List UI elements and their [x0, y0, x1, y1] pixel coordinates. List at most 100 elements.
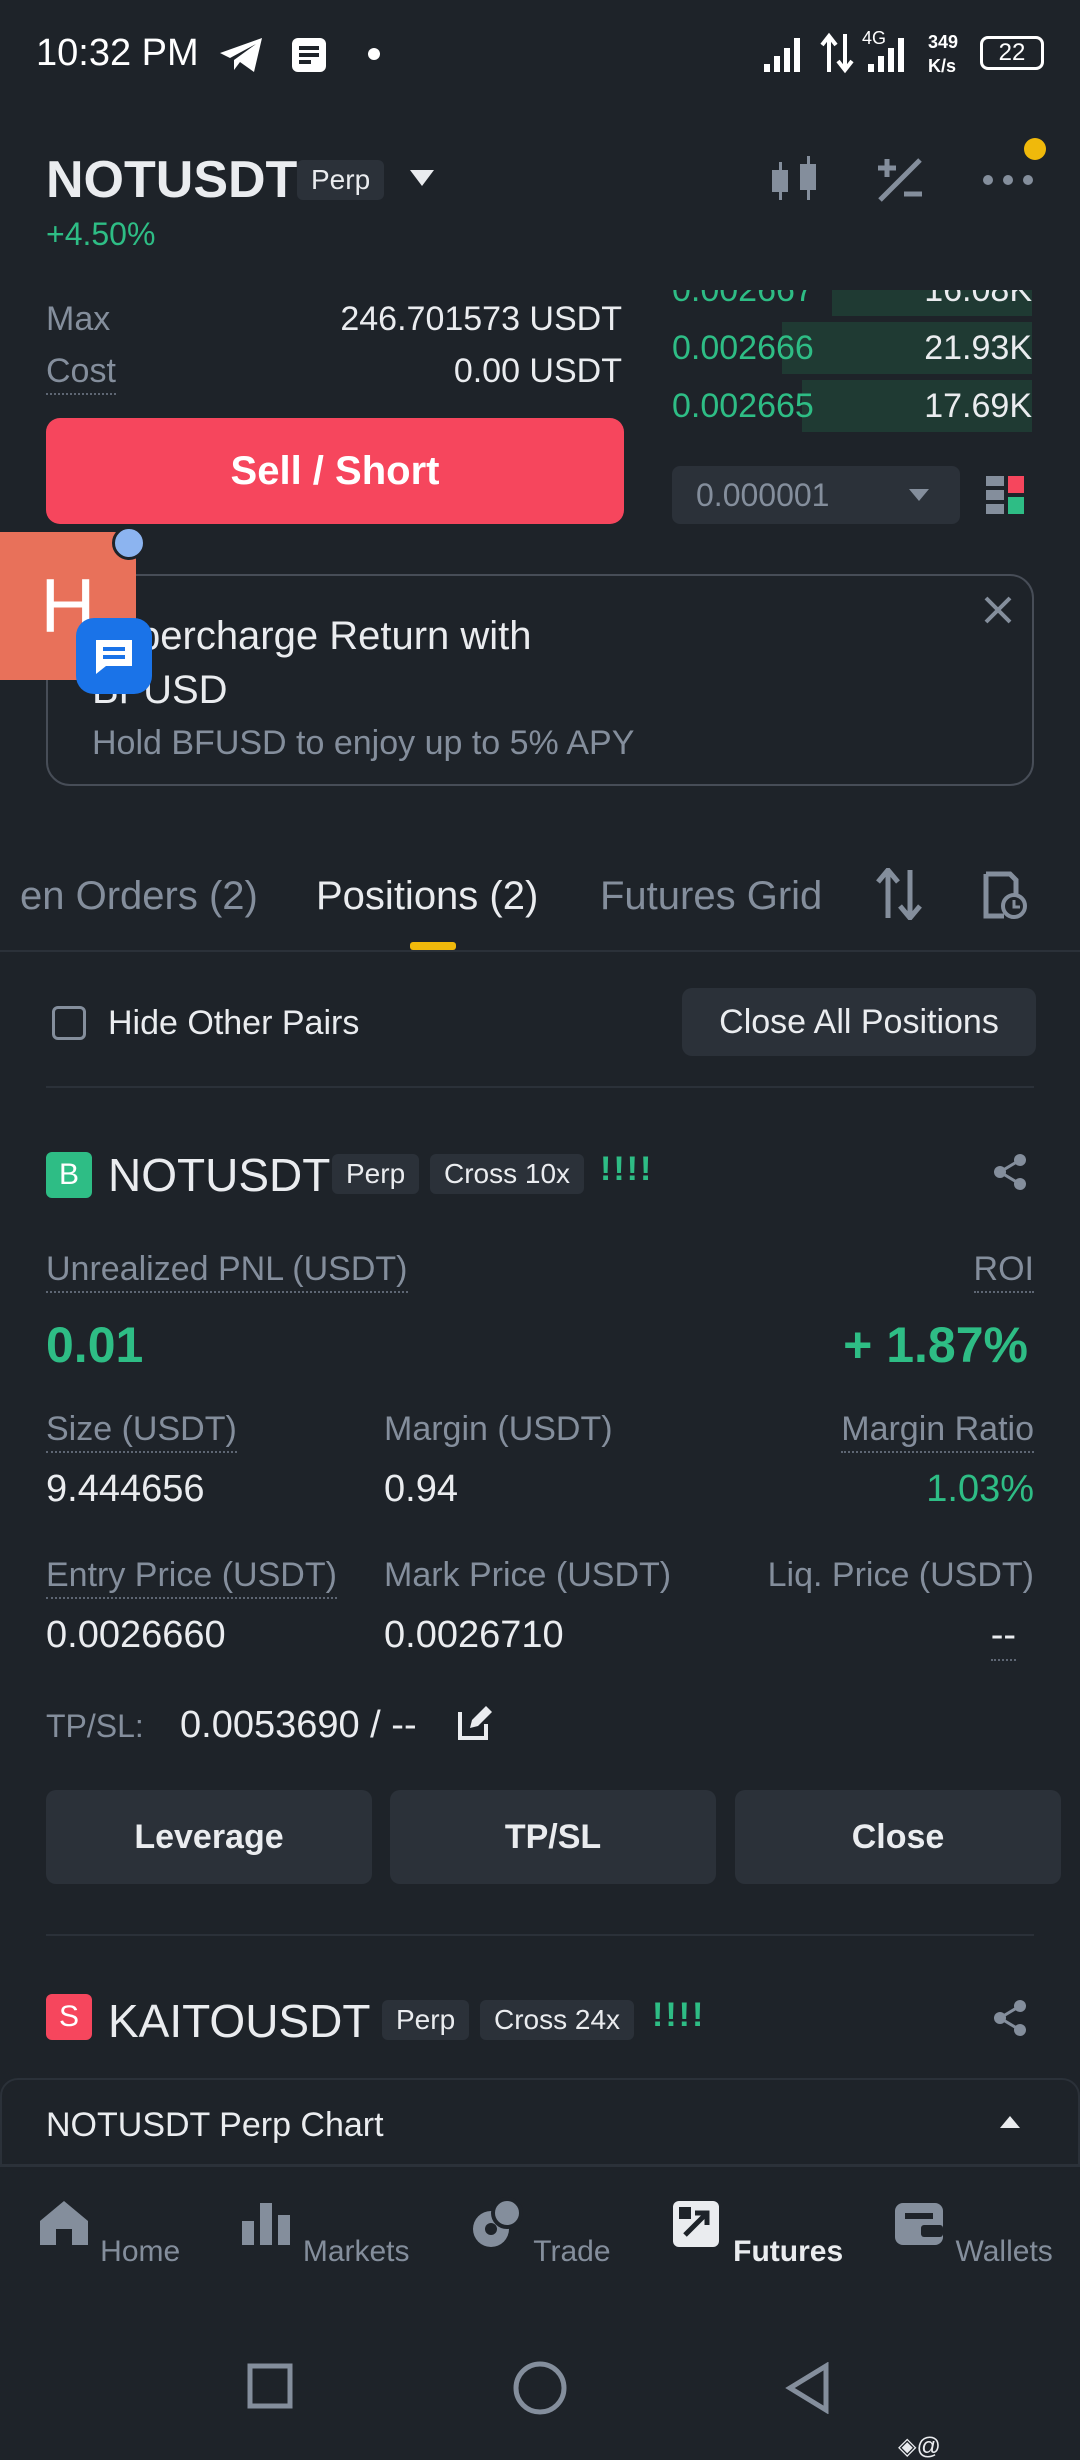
precision-select[interactable]: 0.000001 [672, 466, 960, 524]
chat-head-status-dot [112, 526, 146, 560]
side-badge-sell: S [46, 1994, 92, 2040]
watermark: ◈@ [898, 2433, 941, 2460]
orderbook-price: 0.002665 [672, 386, 814, 425]
orderbook-row[interactable]: 0.002666 21.93K [672, 320, 1032, 376]
roi-label[interactable]: ROI [973, 1250, 1034, 1293]
max-value: 246.701573 USDT [340, 300, 622, 338]
orderbook-layout-icon[interactable] [984, 474, 1026, 516]
pnl-label[interactable]: Unrealized PNL (USDT) [46, 1250, 408, 1293]
nav-markets-label: Markets [302, 2235, 410, 2268]
back-icon[interactable] [784, 2362, 832, 2414]
position-contract-chip: Perp [332, 1154, 420, 1194]
more-icon[interactable] [980, 170, 1036, 190]
position-contract-chip: Perp [382, 2000, 470, 2040]
side-letter: S [58, 2000, 79, 2033]
precision-value: 0.000001 [696, 476, 830, 513]
nav-wallets[interactable]: Wallets [882, 2195, 1062, 2269]
calculator-icon[interactable] [874, 154, 926, 206]
share-icon[interactable] [990, 1998, 1030, 2038]
promo-banner[interactable]: percharge Return with BFUSD Hold BFUSD t… [46, 574, 1034, 786]
sell-short-button[interactable]: Sell / Short [46, 418, 624, 524]
wallet-icon [895, 2203, 944, 2245]
hide-other-pairs-label[interactable]: Hide Other Pairs [108, 1004, 359, 1043]
nav-futures-label: Futures [733, 2235, 844, 2268]
edit-icon[interactable] [456, 1704, 494, 1742]
contract-chip: Perp [297, 160, 385, 200]
signal-4g-icon [868, 38, 904, 72]
orderbook-price: 0.002666 [672, 328, 814, 367]
close-all-positions-button[interactable]: Close All Positions [682, 988, 1036, 1056]
margin-ratio-label[interactable]: Margin Ratio [841, 1410, 1034, 1453]
chevron-up-icon[interactable] [998, 2114, 1022, 2130]
tab-positions[interactable]: Positions (2) [316, 874, 538, 919]
margin-mode-chip[interactable]: Cross 10x [430, 1154, 585, 1194]
roi-value: + 1.87% [843, 1317, 1028, 1373]
recents-icon[interactable] [246, 2362, 294, 2410]
orderbook-row[interactable]: 0.002667 16.08K [672, 290, 1032, 318]
news-icon [292, 38, 326, 72]
margin-ratio-value: 1.03% [926, 1468, 1034, 1510]
side-letter: B [58, 1158, 79, 1191]
status-bar: 10:32 PM 4G 349 K/s 22 [0, 0, 1080, 110]
history-icon[interactable] [982, 870, 1028, 920]
tab-futures-grid[interactable]: Futures Grid [600, 874, 822, 919]
tabs-divider [0, 950, 1080, 952]
system-nav-bar: ◈@ [0, 2336, 1080, 2460]
position-symbol[interactable]: NOTUSDT [108, 1148, 330, 1202]
home-circle-icon[interactable] [512, 2360, 568, 2416]
entry-price-label[interactable]: Entry Price (USDT) [46, 1556, 337, 1599]
adl-indicator: !!!! [652, 1996, 706, 2034]
margin-mode-chip[interactable]: Cross 24x [480, 2000, 635, 2040]
mark-price-label: Mark Price (USDT) [384, 1556, 672, 1594]
orderbook: 0.002667 16.08K 0.002666 21.93K 0.002665 17… [672, 290, 1032, 440]
chart-drawer[interactable]: NOTUSDT Perp Chart [0, 2078, 1080, 2166]
trade-icon [473, 2197, 524, 2247]
entry-price-value: 0.0026660 [46, 1614, 226, 1656]
price-change: +4.50% [46, 216, 156, 252]
nav-futures[interactable]: Futures [666, 2195, 846, 2269]
close-position-button[interactable]: Close [735, 1790, 1061, 1884]
close-icon[interactable] [982, 594, 1014, 626]
signal-icon [764, 38, 800, 72]
markets-icon [242, 2203, 291, 2245]
leverage-button[interactable]: Leverage [46, 1790, 372, 1884]
sort-icon[interactable] [874, 868, 924, 920]
home-icon [39, 2201, 88, 2245]
share-icon[interactable] [990, 1152, 1030, 1192]
close-all-positions-label: Close All Positions [719, 1002, 999, 1041]
nav-home[interactable]: Home [18, 2195, 198, 2269]
cost-value: 0.00 USDT [453, 352, 622, 390]
nav-wallets-label: Wallets [955, 2235, 1053, 2268]
caret-down-icon[interactable] [408, 168, 436, 188]
notification-dot-icon [368, 48, 380, 60]
pair-title[interactable]: NOTUSDT [46, 150, 297, 210]
orderbook-price: 0.002667 [672, 290, 814, 310]
orderbook-qty: 21.93K [924, 328, 1032, 367]
net-speed-unit: K/s [928, 56, 957, 76]
hide-other-pairs-checkbox[interactable] [52, 1006, 86, 1040]
orderbook-row[interactable]: 0.002665 17.69K [672, 378, 1032, 434]
pnl-value: 0.01 [46, 1317, 144, 1373]
new-badge-dot [1024, 138, 1046, 160]
position-symbol[interactable]: KAITOUSDT [108, 1994, 370, 2048]
tpsl-button[interactable]: TP/SL [390, 1790, 716, 1884]
size-label[interactable]: Size (USDT) [46, 1410, 237, 1453]
chart-drawer-label: NOTUSDT Perp Chart [46, 2106, 384, 2144]
tab-open-orders[interactable]: en Orders (2) [20, 874, 258, 919]
nav-trade[interactable]: Trade [450, 2195, 630, 2269]
position-divider [46, 1934, 1034, 1936]
liq-price-label: Liq. Price (USDT) [767, 1556, 1034, 1594]
margin-label: Margin (USDT) [384, 1410, 613, 1448]
bottom-nav: Home Markets Trade Futures Wallets [0, 2166, 1080, 2336]
candlestick-icon[interactable] [768, 154, 824, 206]
messages-app-icon [76, 618, 152, 694]
telegram-icon [220, 38, 262, 72]
promo-subtitle: Hold BFUSD to enjoy up to 5% APY [92, 724, 635, 762]
size-value: 9.444656 [46, 1468, 205, 1510]
status-time: 10:32 PM [36, 32, 199, 74]
net-speed-value: 349 [928, 32, 959, 52]
nav-markets[interactable]: Markets [234, 2195, 414, 2269]
sell-short-label: Sell / Short [230, 448, 440, 493]
cost-label[interactable]: Cost [46, 352, 116, 395]
orderbook-qty: 16.08K [924, 290, 1032, 310]
